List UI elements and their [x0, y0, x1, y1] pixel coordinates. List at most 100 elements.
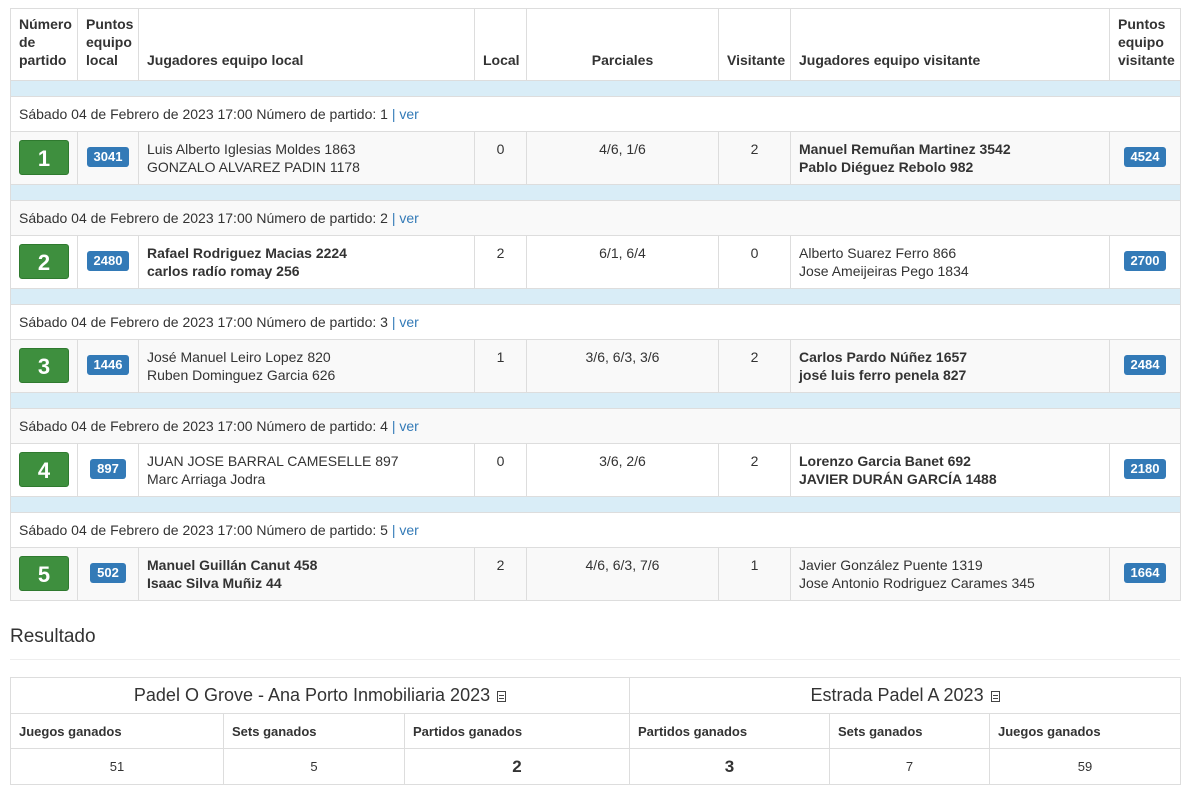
home-score: 0 [474, 443, 527, 497]
away-player-2: Jose Ameijeiras Pego 1834 [799, 263, 969, 279]
match-info-cell: Sábado 04 de Febrero de 2023 17:00 Númer… [10, 408, 1181, 444]
away-points-badge: 2180 [1123, 459, 1167, 479]
away-player-2: Pablo Diéguez Rebolo 982 [799, 159, 974, 175]
match-info-row: Sábado 04 de Febrero de 2023 17:00 Númer… [10, 96, 1181, 132]
list-document-icon[interactable] [990, 691, 1000, 702]
home-points-badge: 502 [90, 563, 126, 583]
match-row: 4 897 JUAN JOSE BARRAL CAMESELLE 897 Marc A… [10, 443, 1181, 497]
home-players-cell: Manuel Guillán Canut 458 Isaac Silva Muñi… [138, 547, 475, 601]
home-points-cell: 1446 [77, 339, 139, 393]
separator: | [391, 210, 396, 226]
match-info-text: Sábado 04 de Febrero de 2023 17:00 Númer… [19, 210, 388, 226]
match-info-text: Sábado 04 de Febrero de 2023 17:00 Númer… [19, 314, 388, 330]
match-number-cell: 3 [10, 339, 78, 393]
match-info-row: Sábado 04 de Febrero de 2023 17:00 Númer… [10, 408, 1181, 444]
home-player-2: carlos radío romay 256 [147, 263, 300, 279]
home-points-badge: 2480 [86, 251, 130, 271]
away-team-name: Estrada Padel A 2023 [810, 685, 984, 705]
away-player-1: Carlos Pardo Núñez 1657 [799, 349, 968, 365]
home-games-won-label: Juegos ganados [10, 713, 224, 749]
home-score: 2 [474, 235, 527, 289]
header-home-players: Jugadores equipo local [138, 8, 475, 81]
header-away-players: Jugadores equipo visitante [790, 8, 1110, 81]
away-score: 2 [718, 131, 791, 185]
matches-body: Sábado 04 de Febrero de 2023 17:00 Númer… [10, 80, 1181, 601]
view-match-link[interactable]: ver [399, 418, 418, 434]
home-score: 0 [474, 131, 527, 185]
separator: | [391, 314, 396, 330]
home-sets-won-label: Sets ganados [223, 713, 405, 749]
partials: 4/6, 1/6 [526, 131, 719, 185]
match-info-text: Sábado 04 de Febrero de 2023 17:00 Númer… [19, 418, 388, 434]
away-score: 1 [718, 547, 791, 601]
home-matches-won-label: Partidos ganados [403, 713, 631, 749]
match-row: 5 502 Manuel Guillán Canut 458 Isaac Silva … [10, 547, 1181, 601]
home-player-1: Manuel Guillán Canut 458 [147, 557, 318, 573]
view-match-link[interactable]: ver [399, 106, 418, 122]
spacer-cell [10, 80, 1181, 97]
away-players-cell: Javier González Puente 1319 Jose Antonio … [790, 547, 1110, 601]
home-player-2: Ruben Dominguez Garcia 626 [147, 367, 336, 383]
away-games-won-label: Juegos ganados [989, 713, 1182, 749]
home-points-badge: 897 [90, 459, 126, 479]
home-player-1: JUAN JOSE BARRAL CAMESELLE 897 [147, 453, 399, 469]
away-points-cell: 1664 [1109, 547, 1181, 601]
away-points-badge: 2700 [1123, 251, 1167, 271]
away-points-cell: 2484 [1109, 339, 1181, 393]
home-points-cell: 2480 [77, 235, 139, 289]
match-number-cell: 4 [10, 443, 78, 497]
home-sets-won-value: 5 [223, 748, 405, 785]
home-matches-won-value: 2 [403, 748, 631, 785]
away-score: 2 [718, 339, 791, 393]
match-info-cell: Sábado 04 de Febrero de 2023 17:00 Númer… [10, 200, 1181, 236]
matches-table: Número de partido Puntos equipo local Jugado… [10, 8, 1181, 601]
match-info-text: Sábado 04 de Febrero de 2023 17:00 Númer… [19, 522, 388, 538]
match-row: 2 2480 Rafael Rodriguez Macias 2224 carlos … [10, 235, 1181, 289]
view-match-link[interactable]: ver [399, 314, 418, 330]
home-player-1: José Manuel Leiro Lopez 820 [147, 349, 331, 365]
match-info-row: Sábado 04 de Febrero de 2023 17:00 Númer… [10, 200, 1181, 236]
away-points-cell: 4524 [1109, 131, 1181, 185]
away-players-cell: Alberto Suarez Ferro 866 Jose Ameijeiras … [790, 235, 1110, 289]
spacer-cell [10, 288, 1181, 305]
away-player-1: Lorenzo Garcia Banet 692 [799, 453, 971, 469]
away-score: 0 [718, 235, 791, 289]
list-document-icon[interactable] [497, 691, 507, 702]
match-number: 3 [19, 348, 69, 383]
home-players-cell: JUAN JOSE BARRAL CAMESELLE 897 Marc Arria… [138, 443, 475, 497]
spacer-row [10, 496, 1181, 513]
match-number: 1 [19, 140, 69, 175]
match-number: 4 [19, 452, 69, 487]
home-games-won-value: 51 [10, 748, 224, 785]
partials: 4/6, 6/3, 7/6 [526, 547, 719, 601]
away-sets-won-value: 7 [829, 748, 991, 785]
result-divider [10, 659, 1180, 660]
match-info-cell: Sábado 04 de Febrero de 2023 17:00 Númer… [10, 512, 1181, 548]
match-number: 5 [19, 556, 69, 591]
matches-container: Número de partido Puntos equipo local Jugado… [10, 8, 1181, 601]
match-info-cell: Sábado 04 de Febrero de 2023 17:00 Númer… [10, 304, 1181, 340]
away-matches-won-label: Partidos ganados [629, 713, 831, 749]
home-player-2: Isaac Silva Muñiz 44 [147, 575, 282, 591]
home-player-2: GONZALO ALVAREZ PADIN 1178 [147, 159, 360, 175]
partials: 6/1, 6/4 [526, 235, 719, 289]
away-points-badge: 1664 [1123, 563, 1167, 583]
spacer-row [10, 392, 1181, 409]
view-match-link[interactable]: ver [399, 210, 418, 226]
away-points-cell: 2700 [1109, 235, 1181, 289]
match-number-cell: 1 [10, 131, 78, 185]
result-heading: Resultado [10, 626, 96, 647]
home-points-badge: 3041 [86, 147, 130, 167]
match-number-cell: 2 [10, 235, 78, 289]
away-players-cell: Manuel Remuñan Martinez 3542 Pablo Diégue… [790, 131, 1110, 185]
home-player-2: Marc Arriaga Jodra [147, 471, 266, 487]
away-player-1: Alberto Suarez Ferro 866 [799, 245, 957, 261]
spacer-row [10, 288, 1181, 305]
match-info-text: Sábado 04 de Febrero de 2023 17:00 Númer… [19, 106, 388, 122]
spacer-cell [10, 392, 1181, 409]
away-player-1: Manuel Remuñan Martinez 3542 [799, 141, 1011, 157]
view-match-link[interactable]: ver [399, 522, 418, 538]
header-home-score: Local [474, 8, 527, 81]
away-team-title: Estrada Padel A 2023 [629, 677, 1182, 714]
spacer-row [10, 184, 1181, 201]
